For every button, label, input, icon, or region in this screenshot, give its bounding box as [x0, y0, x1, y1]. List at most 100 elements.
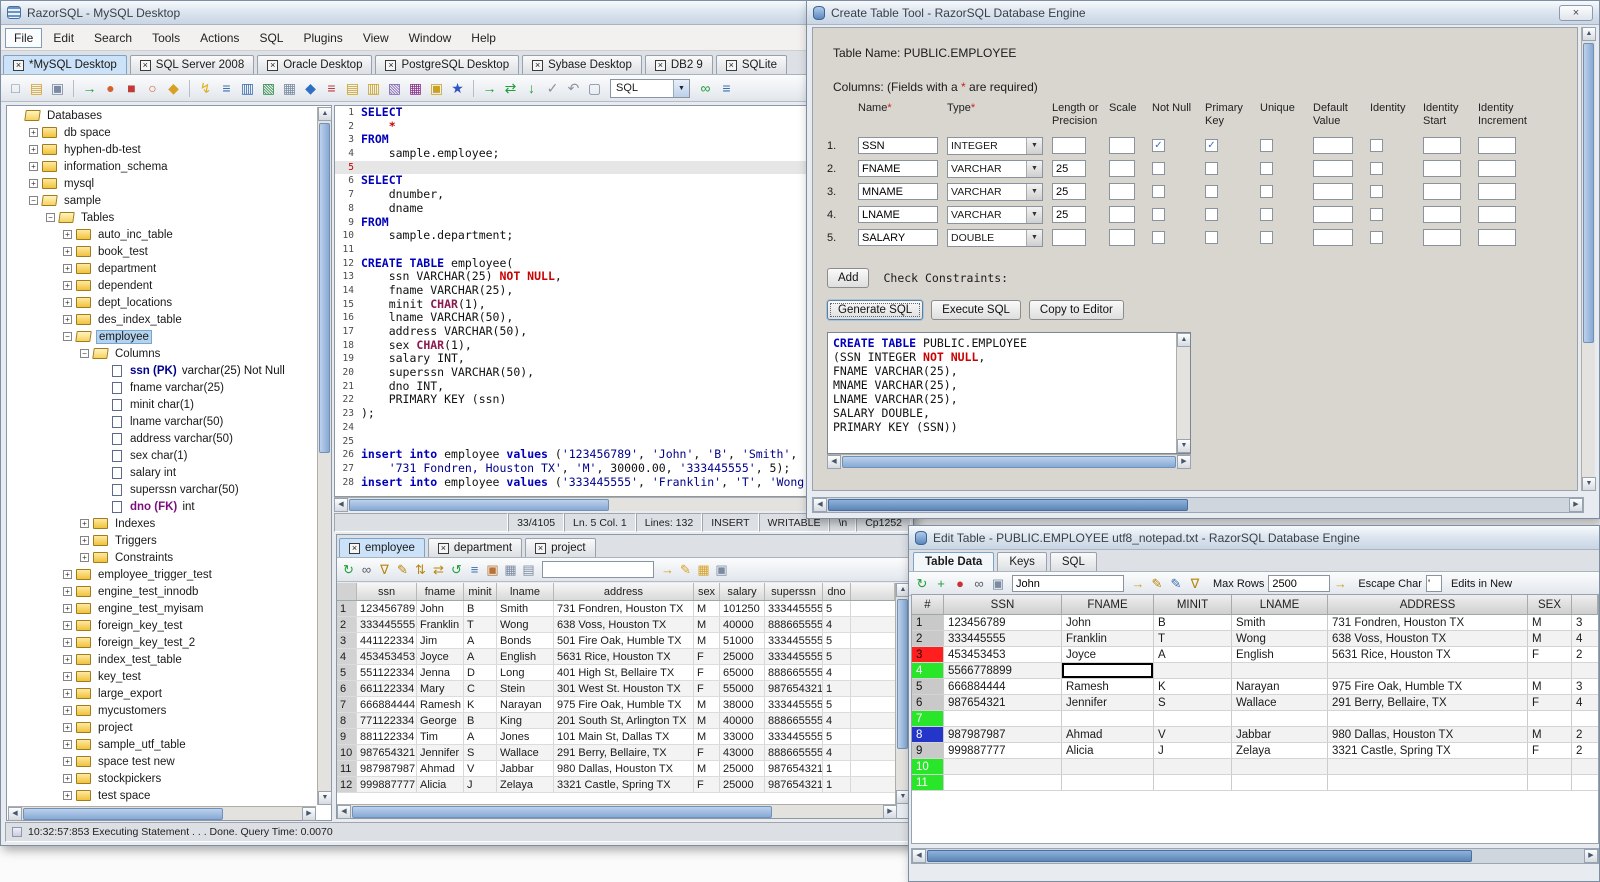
copy-to-editor-button[interactable]: Copy to Editor [1028, 300, 1124, 320]
tab-postgresql-desktop[interactable]: × PostgreSQL Desktop [375, 55, 520, 74]
close-button[interactable]: × [1559, 4, 1593, 21]
cell[interactable] [1154, 759, 1232, 774]
cell[interactable]: English [1232, 647, 1328, 662]
dropdown-arrow-icon[interactable]: ▼ [673, 79, 689, 97]
results-row[interactable]: 1 123456789 John B Smith 731 Fondren, Houston… [337, 601, 895, 617]
tree-expander-icon[interactable]: + [29, 179, 38, 188]
cell[interactable]: A [1154, 647, 1232, 662]
tree-item-hyphen-db-test[interactable]: + hyphen-db-test [8, 141, 316, 158]
tree-scroll-thumb[interactable] [319, 123, 330, 453]
results-col-minit[interactable]: minit [464, 583, 497, 600]
tree-hscroll-thumb[interactable] [23, 807, 223, 820]
menu-help[interactable]: Help [462, 28, 505, 48]
default-value-input[interactable] [1313, 229, 1353, 246]
column-name-input[interactable] [858, 137, 938, 154]
tree-item-address-varchar-50-[interactable]: address varchar(50) [8, 430, 316, 447]
disconnect-icon[interactable]: ■ [122, 79, 141, 98]
identity-checkbox[interactable] [1370, 162, 1383, 175]
tab-project[interactable]: × project [525, 538, 596, 557]
main-title-bar[interactable]: RazorSQL - MySQL Desktop [1, 1, 913, 25]
column-type-select[interactable]: DOUBLE ▼ [947, 228, 1043, 247]
results-row[interactable]: 10 987654321 Jennifer S Wallace 291 Berry, Be… [337, 745, 895, 761]
tree-item-foreign-key-test-2[interactable]: + foreign_key_test_2 [8, 634, 316, 651]
tab--mysql-desktop[interactable]: × *MySQL Desktop [3, 55, 127, 74]
edit-col-MINIT[interactable]: MINIT [1154, 595, 1232, 614]
length-input[interactable] [1052, 206, 1086, 223]
unique-checkbox[interactable] [1260, 231, 1273, 244]
tab-sql-server-2008[interactable]: × SQL Server 2008 [129, 55, 255, 74]
results-col-ssn[interactable]: ssn [357, 583, 417, 600]
tree-item-mysql[interactable]: + mysql [8, 175, 316, 192]
column-type-select[interactable]: VARCHAR ▼ [947, 182, 1043, 201]
view-glasses-icon[interactable]: ∞ [358, 560, 375, 579]
results-col-fname[interactable]: fname [417, 583, 464, 600]
cell[interactable] [1328, 759, 1528, 774]
edit-col-FNAME[interactable]: FNAME [1062, 595, 1154, 614]
menu-sql[interactable]: SQL [250, 28, 292, 48]
menu-view[interactable]: View [354, 28, 398, 48]
cell[interactable]: Jennifer [1062, 695, 1154, 710]
compare-objects-icon[interactable]: ◆ [301, 79, 320, 98]
cell[interactable] [944, 775, 1062, 790]
identity-start-input[interactable] [1423, 206, 1461, 223]
edit-all-icon[interactable]: ✎ [1167, 574, 1185, 593]
cell[interactable]: 2 [1572, 743, 1598, 758]
new-file-icon[interactable]: □ [6, 79, 25, 98]
tree-item-book-test[interactable]: + book_test [8, 243, 316, 260]
max-rows-input[interactable] [1268, 575, 1331, 592]
cell[interactable]: 731 Fondren, Houston TX [1328, 615, 1528, 630]
cell[interactable]: K [1154, 679, 1232, 694]
tree-expander-icon[interactable]: + [63, 587, 72, 596]
favorites-star-icon[interactable]: ★ [448, 79, 467, 98]
scroll-left-icon[interactable]: ◀ [827, 454, 841, 469]
length-input[interactable] [1052, 160, 1086, 177]
cell[interactable] [1328, 663, 1528, 678]
default-value-input[interactable] [1313, 206, 1353, 223]
scroll-left-icon[interactable]: ◀ [334, 497, 348, 512]
tree-item-foreign-key-test[interactable]: + foreign_key_test [8, 617, 316, 634]
unique-checkbox[interactable] [1260, 162, 1273, 175]
results-scroll-thumb[interactable] [897, 599, 908, 749]
results-row[interactable]: 11 987987987 Ahmad V Jabbar 980 Dallas, Houst… [337, 761, 895, 777]
cell[interactable]: Franklin [1062, 631, 1154, 646]
validate-check-icon[interactable]: ✓ [543, 79, 562, 98]
cell[interactable] [1154, 663, 1232, 678]
cell[interactable]: 4 [1572, 695, 1598, 710]
tree-expander-icon[interactable]: + [63, 655, 72, 664]
cell[interactable] [1232, 759, 1328, 774]
filter-rows-icon[interactable]: ∇ [1186, 574, 1204, 593]
tree-item-dependent[interactable]: + dependent [8, 277, 316, 294]
edit-row[interactable]: 2 333445555 Franklin T Wong 638 Voss, Houston… [912, 631, 1598, 647]
column-name-input[interactable] [858, 160, 938, 177]
tree-horizontal-scrollbar[interactable]: ◀ ▶ [8, 806, 316, 821]
scroll-left-icon[interactable]: ◀ [8, 806, 22, 821]
sql-box-horizontal-scrollbar[interactable]: ◀ ▶ [827, 454, 1191, 469]
column-name-input[interactable] [858, 206, 938, 223]
refresh-data-icon[interactable]: ↻ [913, 574, 931, 593]
tree-item-information-schema[interactable]: + information_schema [8, 158, 316, 175]
column-name-input[interactable] [858, 229, 938, 246]
tree-item-engine-test-myisam[interactable]: + engine_test_myisam [8, 600, 316, 617]
not-null-checkbox[interactable] [1152, 208, 1165, 221]
default-value-input[interactable] [1313, 160, 1353, 177]
tab-close-icon[interactable]: × [13, 59, 24, 71]
export-table-icon[interactable]: ▦ [695, 560, 712, 579]
table-export-icon[interactable]: ▣ [427, 79, 446, 98]
unique-checkbox[interactable] [1260, 208, 1273, 221]
tree-item-des-index-table[interactable]: + des_index_table [8, 311, 316, 328]
edit-row[interactable]: 5 666884444 Ramesh K Narayan 975 Fire Oak, Hu… [912, 679, 1598, 695]
tree-vertical-scrollbar[interactable]: ▲ ▼ [317, 107, 332, 805]
cell[interactable]: 3 [1572, 615, 1598, 630]
create-dialog-title-bar[interactable]: Create Table Tool - RazorSQL Database En… [807, 1, 1599, 25]
cell[interactable]: Zelaya [1232, 743, 1328, 758]
view-glasses-icon[interactable]: ∞ [970, 574, 988, 593]
results-col-salary[interactable]: salary [720, 583, 765, 600]
tree-expander-icon[interactable]: + [63, 689, 72, 698]
edit-row[interactable]: 8 987987987 Ahmad V Jabbar 980 Dallas, Housto… [912, 727, 1598, 743]
tree-expander-icon[interactable]: + [63, 621, 72, 630]
cell[interactable] [1062, 775, 1154, 790]
tab-close-icon[interactable]: × [349, 542, 360, 554]
default-value-input[interactable] [1313, 183, 1353, 200]
cell[interactable]: 453453453 [944, 647, 1062, 662]
cell[interactable]: Wallace [1232, 695, 1328, 710]
